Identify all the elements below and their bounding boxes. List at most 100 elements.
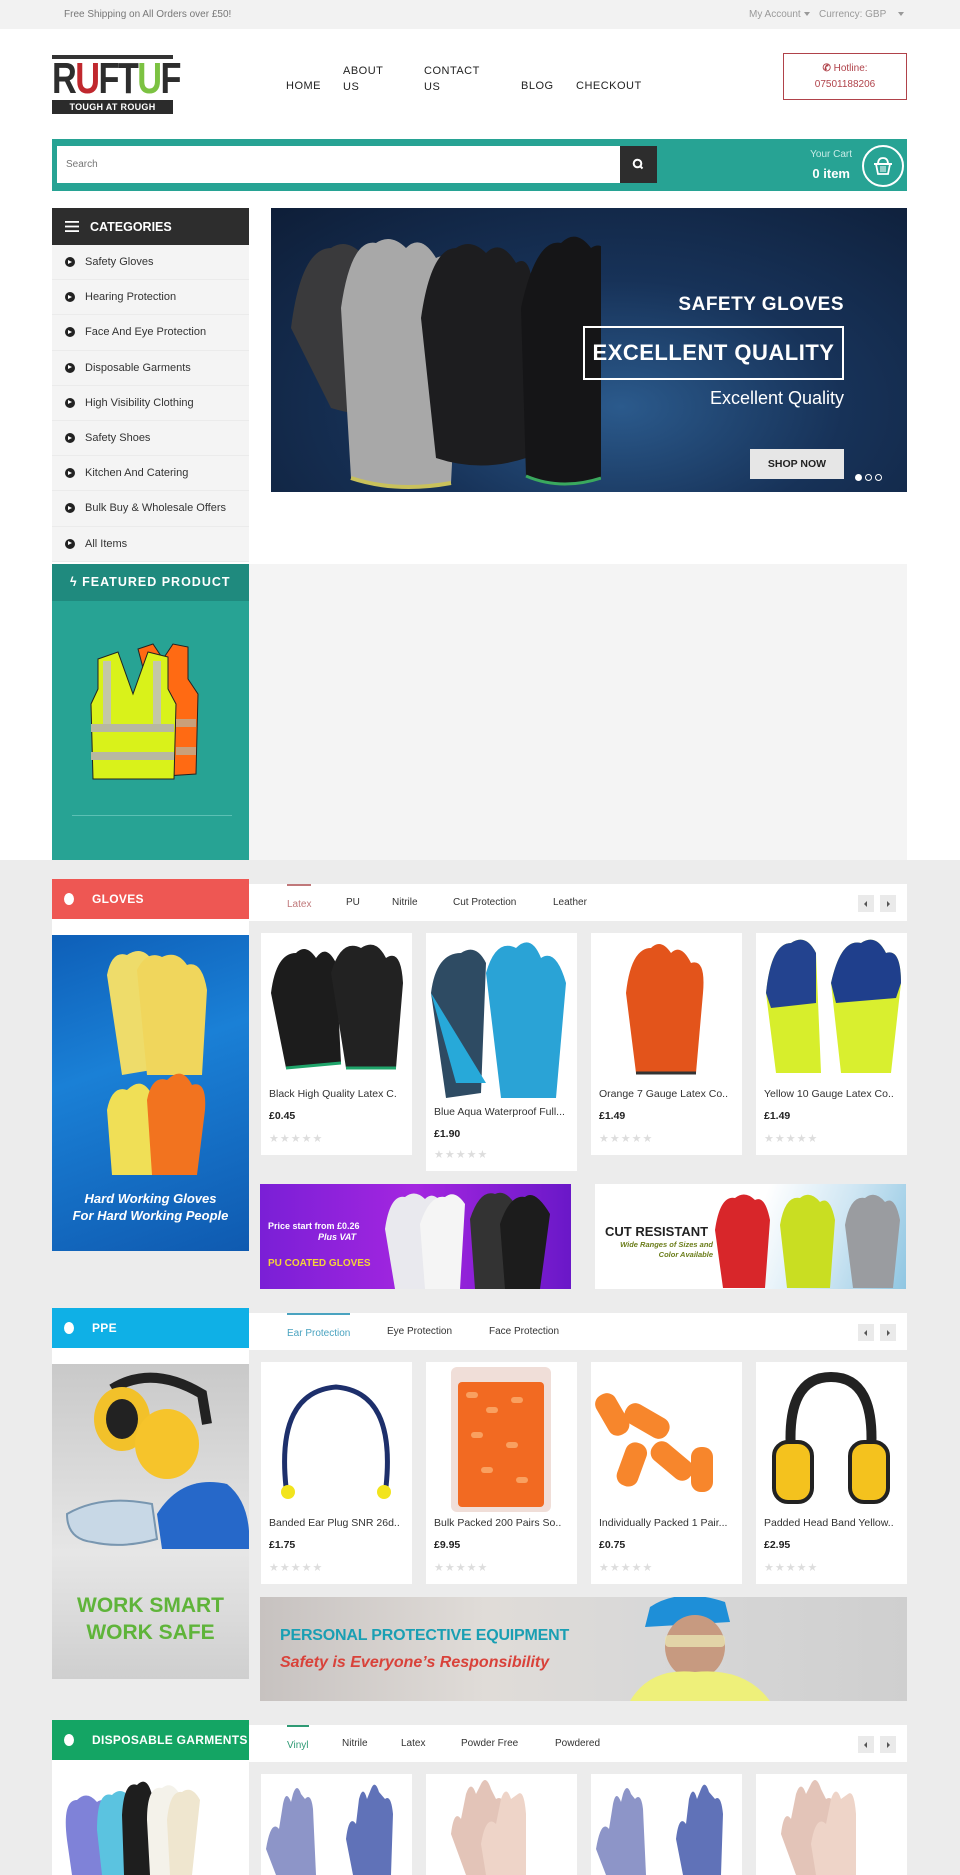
my-account-dropdown[interactable]: My Account: [749, 9, 810, 20]
basket-icon[interactable]: [862, 145, 904, 187]
product-card[interactable]: Yellow 10 Gauge Latex Co.. £1.49 ★★★★★: [756, 933, 907, 1155]
section-header-ppe[interactable]: PPE: [52, 1308, 249, 1348]
categories-header[interactable]: CATEGORIES: [52, 208, 249, 245]
product-name[interactable]: Banded Ear Plug SNR 26d..: [269, 1517, 400, 1529]
product-name[interactable]: Padded Head Band Yellow..: [764, 1517, 894, 1529]
product-name[interactable]: Black High Quality Latex C.: [269, 1088, 397, 1100]
slider-dot[interactable]: [875, 474, 882, 481]
disposable-side-banner[interactable]: [52, 1760, 249, 1875]
product-name[interactable]: Yellow 10 Gauge Latex Co..: [764, 1088, 894, 1100]
featured-product-panel: ϟ FEATURED PRODUCT: [52, 564, 249, 860]
currency-dropdown[interactable]: Currency: GBP: [819, 9, 905, 20]
featured-title: FEATURED PRODUCT: [82, 575, 231, 589]
cart-count[interactable]: 0 item: [812, 166, 850, 181]
category-item[interactable]: Kitchen And Catering: [52, 456, 249, 492]
product-card[interactable]: Banded Ear Plug SNR 26d.. £1.75 ★★★★★: [261, 1362, 412, 1584]
search-input[interactable]: [57, 146, 627, 183]
category-item[interactable]: High Visibility Clothing: [52, 385, 249, 421]
cut-resistant-banner[interactable]: CUT RESISTANT Wide Ranges of Sizes and Co…: [595, 1184, 906, 1289]
tab-nitrile[interactable]: Nitrile: [392, 884, 418, 921]
product-card[interactable]: Blue Aqua Waterproof Full... £1.90 ★★★★★: [426, 933, 577, 1171]
promo-title: PERSONAL PROTECTIVE EQUIPMENT: [280, 1627, 570, 1644]
product-name[interactable]: Bulk Packed 200 Pairs So..: [434, 1517, 561, 1529]
product-card[interactable]: Bulk Packed 200 Pairs So.. £9.95 ★★★★★: [426, 1362, 577, 1584]
category-item[interactable]: All Items: [52, 526, 249, 562]
blue-aqua-gloves-image: [431, 942, 566, 1098]
category-item[interactable]: Bulk Buy & Wholesale Offers: [52, 491, 249, 527]
tab-latex[interactable]: Latex: [401, 1725, 425, 1762]
logo-wordmark: RUFTUF: [52, 54, 181, 103]
pu-coated-gloves-banner[interactable]: Price start from £0.26 Plus VAT PU COATE…: [260, 1184, 571, 1289]
individual-ear-plugs-image: [595, 1393, 713, 1492]
category-item[interactable]: Hearing Protection: [52, 280, 249, 316]
hero-slider[interactable]: SAFETY GLOVES EXCELLENT QUALITY Excellen…: [271, 208, 907, 492]
tab-eye-protection[interactable]: Eye Protection: [387, 1313, 452, 1350]
gloves-tabs: Latex PU Nitrile Cut Protection Leather: [249, 884, 907, 921]
product-card[interactable]: Padded Head Band Yellow.. £2.95 ★★★★★: [756, 1362, 907, 1584]
product-card[interactable]: [261, 1774, 412, 1875]
category-item[interactable]: Disposable Garments: [52, 350, 249, 386]
disposable-gloves-image: [65, 1781, 200, 1875]
nav-checkout[interactable]: CHECKOUT: [576, 78, 642, 94]
spacer: [52, 919, 249, 935]
star-rating-icon: ★★★★★: [599, 1133, 654, 1145]
phone-icon: ✆: [822, 63, 831, 74]
search-button[interactable]: [620, 146, 657, 183]
tab-ear-protection[interactable]: Ear Protection: [287, 1313, 351, 1350]
chevron-circle-right-icon: [65, 257, 75, 268]
product-card[interactable]: Orange 7 Gauge Latex Co.. £1.49 ★★★★★: [591, 933, 742, 1155]
clear-vinyl-gloves-image: [781, 1780, 856, 1875]
ppe-promo-banner[interactable]: PERSONAL PROTECTIVE EQUIPMENT Safety is …: [260, 1597, 907, 1701]
product-name[interactable]: Blue Aqua Waterproof Full...: [434, 1106, 565, 1118]
product-card[interactable]: Black High Quality Latex C. £0.45 ★★★★★: [261, 933, 412, 1155]
bulk-ear-plugs-image: [451, 1367, 551, 1512]
category-label: High Visibility Clothing: [85, 396, 194, 409]
tab-pu[interactable]: PU: [346, 884, 360, 921]
featured-header: ϟ FEATURED PRODUCT: [52, 564, 249, 601]
tab-leather[interactable]: Leather: [553, 884, 587, 921]
tab-face-protection[interactable]: Face Protection: [489, 1313, 559, 1350]
bullet-icon: [64, 1734, 74, 1746]
gloves-side-banner[interactable]: Hard Working Gloves For Hard Working Peop…: [52, 935, 249, 1251]
product-name[interactable]: Orange 7 Gauge Latex Co..: [599, 1088, 728, 1100]
next-arrow-icon[interactable]: [880, 895, 896, 912]
star-rating-icon: ★★★★★: [764, 1562, 819, 1574]
section-header-disposable-garments[interactable]: DISPOSABLE GARMENTS: [52, 1720, 249, 1760]
shipping-notice: Free Shipping on All Orders over £50!: [64, 9, 232, 20]
nav-blog[interactable]: BLOG: [521, 78, 554, 94]
prev-arrow-icon[interactable]: [858, 895, 874, 912]
product-card[interactable]: Individually Packed 1 Pair... £0.75 ★★★★…: [591, 1362, 742, 1584]
slider-dot[interactable]: [865, 474, 872, 481]
next-arrow-icon[interactable]: [880, 1324, 896, 1341]
logo[interactable]: RUFTUF TOUGH AT ROUGH: [52, 54, 181, 115]
category-item[interactable]: Face And Eye Protection: [52, 315, 249, 351]
nav-contact-us[interactable]: CONTACT US: [424, 63, 484, 95]
section-header-gloves[interactable]: GLOVES: [52, 879, 249, 919]
nav-home[interactable]: HOME: [286, 78, 321, 94]
product-name[interactable]: Individually Packed 1 Pair...: [599, 1517, 727, 1529]
prev-arrow-icon[interactable]: [858, 1736, 874, 1753]
tab-powdered[interactable]: Powdered: [555, 1725, 600, 1762]
ppe-side-banner[interactable]: WORK SMART WORK SAFE: [52, 1364, 249, 1679]
tab-cut-protection[interactable]: Cut Protection: [453, 884, 516, 921]
tab-latex[interactable]: Latex: [287, 884, 312, 921]
product-card[interactable]: [426, 1774, 577, 1875]
product-card[interactable]: [756, 1774, 907, 1875]
next-arrow-icon[interactable]: [880, 1736, 896, 1753]
blue-vinyl-gloves-image: [266, 1784, 393, 1875]
hi-vis-vest-image[interactable]: [88, 639, 218, 789]
slider-dot[interactable]: [855, 474, 862, 481]
hotline-box[interactable]: ✆ Hotline: 07501188206: [783, 53, 907, 100]
prev-arrow-icon[interactable]: [858, 1324, 874, 1341]
categories-title: CATEGORIES: [90, 220, 172, 234]
ear-defenders-image: [772, 1371, 890, 1504]
tab-nitrile[interactable]: Nitrile: [342, 1725, 368, 1762]
product-card[interactable]: [591, 1774, 742, 1875]
nav-about-us[interactable]: ABOUT US: [343, 63, 393, 95]
shop-now-button[interactable]: SHOP NOW: [750, 449, 844, 479]
tab-powder-free[interactable]: Powder Free: [461, 1725, 518, 1762]
tab-vinyl[interactable]: Vinyl: [287, 1725, 309, 1762]
category-item[interactable]: Safety Shoes: [52, 420, 249, 457]
cart-label: Your Cart: [810, 149, 852, 160]
category-item[interactable]: Safety Gloves: [52, 245, 249, 281]
